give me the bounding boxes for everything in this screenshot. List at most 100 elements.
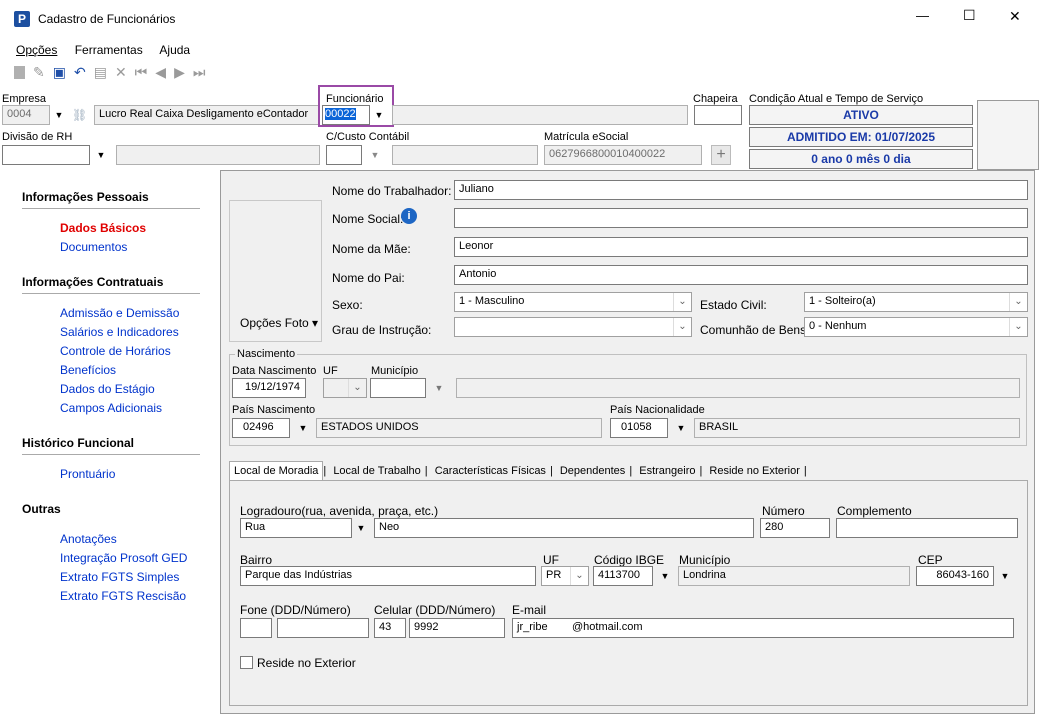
menu-opcoes[interactable]: Opções (16, 43, 57, 57)
sidebar: Informações Pessoais Dados Básicos Docum… (0, 176, 218, 606)
tab-estrangeiro[interactable]: Estrangeiro (635, 462, 699, 480)
info-icon[interactable]: i (401, 208, 417, 224)
sexo-select[interactable]: 1 - Masculino ⌄ (454, 292, 692, 312)
sidebar-item-admissao[interactable]: Admissão e Demissão (60, 304, 218, 323)
grau-label: Grau de Instrução: (332, 323, 432, 337)
next-icon[interactable]: ▶ (174, 64, 185, 81)
bairro-label: Bairro (240, 553, 273, 567)
cep-dropdown[interactable]: ▼ (996, 566, 1014, 586)
tab-local-trabalho[interactable]: Local de Trabalho (329, 462, 424, 480)
sidebar-item-controle[interactable]: Controle de Horários (60, 342, 218, 361)
fone-ddd[interactable] (240, 618, 272, 638)
sidebar-item-dados-basicos[interactable]: Dados Básicos (60, 219, 218, 238)
logradouro-nome[interactable]: Neo (374, 518, 754, 538)
sidebar-item-integracao[interactable]: Integração Prosoft GED (60, 549, 218, 568)
civil-select[interactable]: 1 - Solteiro(a) ⌄ (804, 292, 1028, 312)
link-icon[interactable]: ⛓ (72, 108, 87, 122)
ibge-dropdown[interactable]: ▼ (656, 566, 674, 586)
prev-icon[interactable]: ◀ (155, 64, 166, 81)
fone-label: Fone (DDD/Número) (240, 603, 351, 617)
app-icon: P (14, 11, 30, 27)
social-input[interactable] (454, 208, 1028, 228)
nac-dropdown[interactable]: ▼ (672, 418, 690, 438)
sidebar-item-estagio[interactable]: Dados do Estágio (60, 380, 218, 399)
condicao-label: Condição Atual e Tempo de Serviço (749, 93, 924, 105)
delete-icon[interactable]: ✕ (115, 64, 127, 81)
sidebar-item-prontuario[interactable]: Prontuário (60, 465, 218, 484)
divisao-input[interactable] (2, 145, 90, 165)
municipio-nasc-input[interactable] (370, 378, 426, 398)
undo-icon[interactable]: ↶ (74, 64, 86, 81)
sidebar-item-campos[interactable]: Campos Adicionais (60, 399, 218, 418)
last-icon[interactable]: ⏭ (193, 64, 206, 81)
ibge-label: Código IBGE (594, 553, 665, 567)
complemento-input[interactable] (836, 518, 1018, 538)
bairro-input[interactable]: Parque das Indústrias (240, 566, 536, 586)
nac-code[interactable]: 01058 (610, 418, 668, 438)
empresa-dropdown[interactable]: ▼ (50, 105, 68, 125)
first-icon[interactable]: ⏮ (135, 64, 148, 81)
save-icon[interactable]: ▣ (53, 64, 66, 81)
logradouro-dropdown[interactable]: ▼ (352, 518, 370, 538)
fone-numero[interactable] (277, 618, 369, 638)
mae-input[interactable]: Leonor (454, 237, 1028, 257)
email-input[interactable]: jr_ribe @hotmail.com (512, 618, 1014, 638)
sexo-value: 1 - Masculino (459, 295, 525, 307)
ibge-input[interactable]: 4113700 (593, 566, 653, 586)
sidebar-item-documentos[interactable]: Documentos (60, 238, 218, 257)
celular-numero[interactable]: 9992 (409, 618, 505, 638)
group-informacoes-contratuais: Informações Contratuais (22, 275, 200, 294)
tab-local-moradia[interactable]: Local de Moradia (229, 461, 324, 480)
complemento-label: Complemento (837, 504, 912, 518)
sidebar-item-beneficios[interactable]: Benefícios (60, 361, 218, 380)
tempo-servico: 0 ano 0 mês 0 dia (749, 149, 973, 169)
maximize-button[interactable]: ☐ (963, 7, 976, 24)
nome-input[interactable]: Juliano (454, 180, 1028, 200)
logradouro-tipo[interactable]: Rua (240, 518, 352, 538)
empresa-code[interactable]: 0004 (2, 105, 50, 125)
tab-dependentes[interactable]: Dependentes (556, 462, 629, 480)
sidebar-item-salarios[interactable]: Salários e Indicadores (60, 323, 218, 342)
empresa-label: Empresa (2, 93, 47, 105)
municipio-nasc-name (456, 378, 1020, 398)
chapeira-input[interactable] (694, 105, 742, 125)
menu-ajuda[interactable]: Ajuda (159, 43, 190, 57)
tab-reside-exterior[interactable]: Reside no Exterior (705, 462, 804, 480)
sidebar-item-fgts-rescisao[interactable]: Extrato FGTS Rescisão (60, 587, 218, 606)
funcionario-input[interactable]: 00022 (322, 105, 370, 125)
edit-icon[interactable]: ✎ (33, 64, 45, 81)
funcionario-dropdown[interactable]: ▼ (370, 105, 388, 125)
minimize-button[interactable]: — (916, 8, 929, 23)
divisao-label: Divisão de RH (2, 131, 73, 143)
pais-nasc-name: ESTADOS UNIDOS (316, 418, 602, 438)
reside-checkbox[interactable] (240, 656, 253, 669)
municipio-nasc-dropdown[interactable]: ▼ (430, 378, 448, 398)
sidebar-item-fgts-simples[interactable]: Extrato FGTS Simples (60, 568, 218, 587)
divisao-dropdown[interactable]: ▼ (92, 145, 110, 165)
cep-input[interactable]: 86043-160 (916, 566, 994, 586)
custo-input[interactable] (326, 145, 362, 165)
uf-nasc-select[interactable]: ⌄ (323, 378, 367, 398)
uf-select[interactable]: PR ⌄ (541, 566, 589, 586)
data-nasc-input[interactable]: 19/12/1974 (232, 378, 306, 398)
grau-select[interactable]: ⌄ (454, 317, 692, 337)
pai-input[interactable]: Antonio (454, 265, 1028, 285)
add-icon[interactable]: + (711, 145, 731, 165)
numero-input[interactable]: 280 (760, 518, 830, 538)
comunhao-select[interactable]: 0 - Nenhum ⌄ (804, 317, 1028, 337)
pais-nasc-dropdown[interactable]: ▼ (294, 418, 312, 438)
celular-ddd[interactable]: 43 (374, 618, 406, 638)
close-button[interactable]: ✕ (1009, 8, 1021, 25)
tab-caracteristicas[interactable]: Características Físicas (431, 462, 550, 480)
new-icon[interactable] (14, 66, 25, 79)
menu-ferramentas[interactable]: Ferramentas (75, 43, 143, 57)
custo-label: C/Custo Contábil (326, 131, 410, 143)
opcoes-foto-button[interactable]: Opções Foto ▾ (240, 316, 318, 330)
municipio-name: Londrina (678, 566, 910, 586)
sidebar-item-anotacoes[interactable]: Anotações (60, 530, 218, 549)
admitido-badge: ADMITIDO EM: 01/07/2025 (749, 127, 973, 147)
pais-nasc-code[interactable]: 02496 (232, 418, 290, 438)
chevron-down-icon: ⌄ (1009, 293, 1027, 311)
print-icon[interactable]: ▤ (94, 64, 107, 81)
custo-dropdown[interactable]: ▼ (366, 145, 384, 165)
